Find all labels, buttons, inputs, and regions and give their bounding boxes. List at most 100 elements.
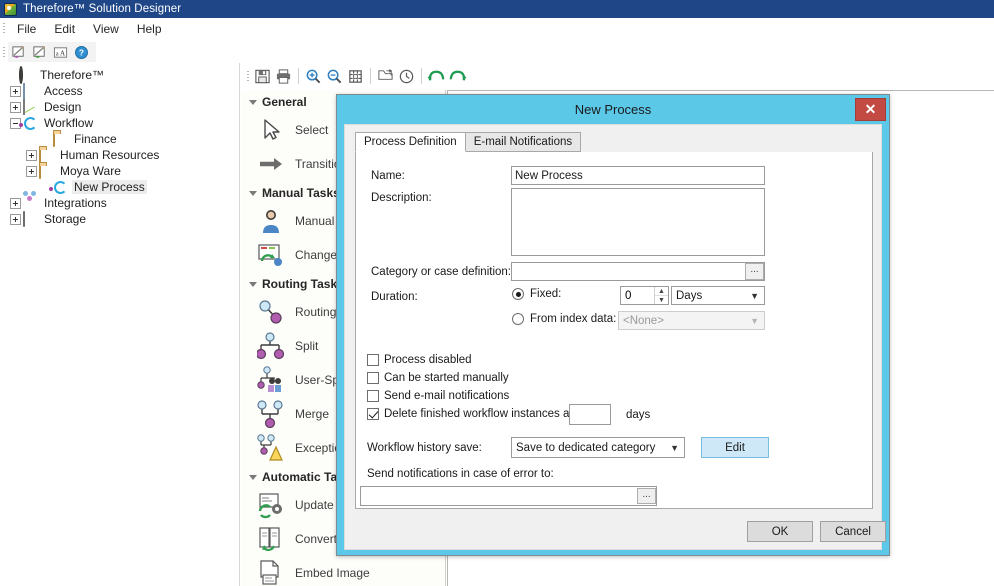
process-definition-page: Name: Description: Category or case defi…	[355, 152, 873, 509]
routing-icon	[257, 298, 285, 326]
category-browse-button[interactable]: ...	[745, 263, 764, 280]
fit-to-page-icon[interactable]	[346, 67, 365, 86]
solution-tree-panel[interactable]: Therefore™ Access Design Workflow Financ…	[0, 63, 240, 586]
duration-input[interactable]	[621, 287, 654, 304]
menu-grip-icon	[0, 18, 8, 39]
checkbox-delete-finished-instances[interactable]: Delete finished workflow instances after	[367, 408, 586, 420]
tree-item-label: Moya Ware	[58, 164, 123, 178]
dialog-title: New Process	[575, 102, 652, 117]
error-notify-browse-button[interactable]: ...	[637, 488, 656, 504]
window-title: Therefore™ Solution Designer	[23, 3, 181, 15]
duration-increment-icon[interactable]: ▲	[655, 287, 668, 296]
tree-expander-icon[interactable]	[10, 86, 21, 97]
palette-item-embed-image[interactable]: Embed Image	[241, 556, 445, 586]
from-index-data-value: <None>	[623, 315, 664, 327]
tree-item-label: Integrations	[42, 196, 109, 210]
palette-item-label: Select	[295, 123, 328, 137]
tree-item-access[interactable]: Access	[0, 83, 239, 99]
dialog-tabstrip: Process Definition E-mail Notifications	[355, 133, 873, 153]
workflow-history-select[interactable]: Save to dedicated category ▼	[511, 437, 685, 458]
exception-icon	[257, 434, 285, 462]
checkbox-indicator-icon	[367, 408, 379, 420]
workflow-test-icon[interactable]	[376, 67, 395, 86]
duration-fixed-radio[interactable]: Fixed:	[512, 288, 561, 300]
tree-item-finance[interactable]: Finance	[0, 131, 239, 147]
tree-item-storage[interactable]: Storage	[0, 211, 239, 227]
checkbox-send-email-notifications[interactable]: Send e-mail notifications	[367, 390, 509, 402]
timer-icon[interactable]	[397, 67, 416, 86]
tree-item-new-process[interactable]: New Process	[0, 179, 239, 195]
main-toolbar: a A ?	[0, 41, 994, 63]
from-index-data-select[interactable]: <None> ▼	[618, 311, 765, 330]
tab-process-definition[interactable]: Process Definition	[355, 132, 466, 152]
tree-item-human-resources[interactable]: Human Resources	[0, 147, 239, 163]
tree-item-integrations[interactable]: Integrations	[0, 195, 239, 211]
help-icon[interactable]: ?	[72, 43, 91, 62]
tree-item-workflow[interactable]: Workflow	[0, 115, 239, 131]
tree-expander-icon[interactable]	[10, 214, 21, 225]
tab-email-notifications[interactable]: E-mail Notifications	[465, 132, 581, 152]
edit-button[interactable]: Edit	[701, 437, 769, 458]
checkbox-can-be-started-manually[interactable]: Can be started manually	[367, 372, 509, 384]
tree-expander-icon[interactable]	[26, 166, 37, 177]
therefore-root-icon	[19, 68, 34, 82]
checkbox-indicator-icon	[367, 354, 379, 366]
tree-expander-icon	[6, 70, 17, 81]
storage-icon	[23, 212, 38, 226]
checkbox-label: Process disabled	[384, 354, 472, 366]
window-titlebar: Therefore™ Solution Designer	[0, 0, 994, 18]
radio-indicator-icon	[512, 288, 524, 300]
menu-item-edit[interactable]: Edit	[45, 20, 84, 38]
category-input[interactable]	[511, 262, 765, 281]
save-icon[interactable]	[253, 67, 272, 86]
description-label: Description:	[371, 192, 432, 204]
update-index-data-icon	[257, 491, 285, 519]
name-input[interactable]	[511, 166, 765, 185]
tree-item-design[interactable]: Design	[0, 99, 239, 115]
duration-from-index-radio[interactable]: From index data:	[512, 313, 616, 325]
redo-icon[interactable]	[448, 67, 467, 86]
error-notify-input[interactable]	[360, 486, 657, 506]
close-icon[interactable]: ✕	[855, 98, 886, 121]
menu-item-file[interactable]: File	[8, 20, 45, 38]
menu-item-help[interactable]: Help	[128, 20, 171, 38]
integrations-icon	[23, 196, 38, 210]
dialog-titlebar: New Process	[337, 95, 889, 124]
checkbox-indicator-icon	[367, 372, 379, 384]
open-solution-icon[interactable]	[30, 43, 49, 62]
duration-stepper[interactable]: ▲ ▼	[620, 286, 669, 305]
new-process-dialog: New Process ✕ Process Definition E-mail …	[336, 94, 890, 556]
palette-item-label: Merge	[295, 407, 329, 421]
duration-unit-select[interactable]: Days ▼	[671, 286, 765, 305]
tree-expander-icon[interactable]	[26, 150, 37, 161]
chevron-down-icon	[249, 191, 257, 196]
workflow-history-label: Workflow history save:	[367, 442, 482, 454]
zoom-out-icon[interactable]	[325, 67, 344, 86]
dialog-body: Process Definition E-mail Notifications …	[344, 124, 882, 550]
tree-item-therefore[interactable]: Therefore™	[0, 67, 239, 83]
print-icon[interactable]	[274, 67, 293, 86]
folder-icon	[39, 148, 54, 162]
tree-expander-icon[interactable]	[10, 102, 21, 113]
days-label: days	[626, 409, 650, 421]
checkbox-label: Can be started manually	[384, 372, 509, 384]
description-input[interactable]	[511, 188, 765, 256]
tree-item-moya-ware[interactable]: Moya Ware	[0, 163, 239, 179]
workflow-icon	[23, 116, 38, 130]
cancel-button[interactable]: Cancel	[820, 521, 886, 542]
language-icon[interactable]: a A	[51, 43, 70, 62]
chevron-down-icon: ▼	[750, 287, 759, 304]
menu-item-view[interactable]: View	[84, 20, 128, 38]
undo-icon[interactable]	[427, 67, 446, 86]
error-notify-label: Send notifications in case of error to:	[367, 468, 554, 480]
tree-expander-icon[interactable]	[10, 198, 21, 209]
access-icon	[23, 84, 38, 98]
duration-decrement-icon[interactable]: ▼	[655, 296, 668, 304]
duration-from-index-label: From index data:	[530, 313, 616, 325]
checkbox-process-disabled[interactable]: Process disabled	[367, 354, 472, 366]
chevron-down-icon	[249, 282, 257, 287]
zoom-in-icon[interactable]	[304, 67, 323, 86]
new-solution-icon[interactable]	[9, 43, 28, 62]
delete-after-days-input[interactable]	[569, 404, 611, 425]
ok-button[interactable]: OK	[747, 521, 813, 542]
